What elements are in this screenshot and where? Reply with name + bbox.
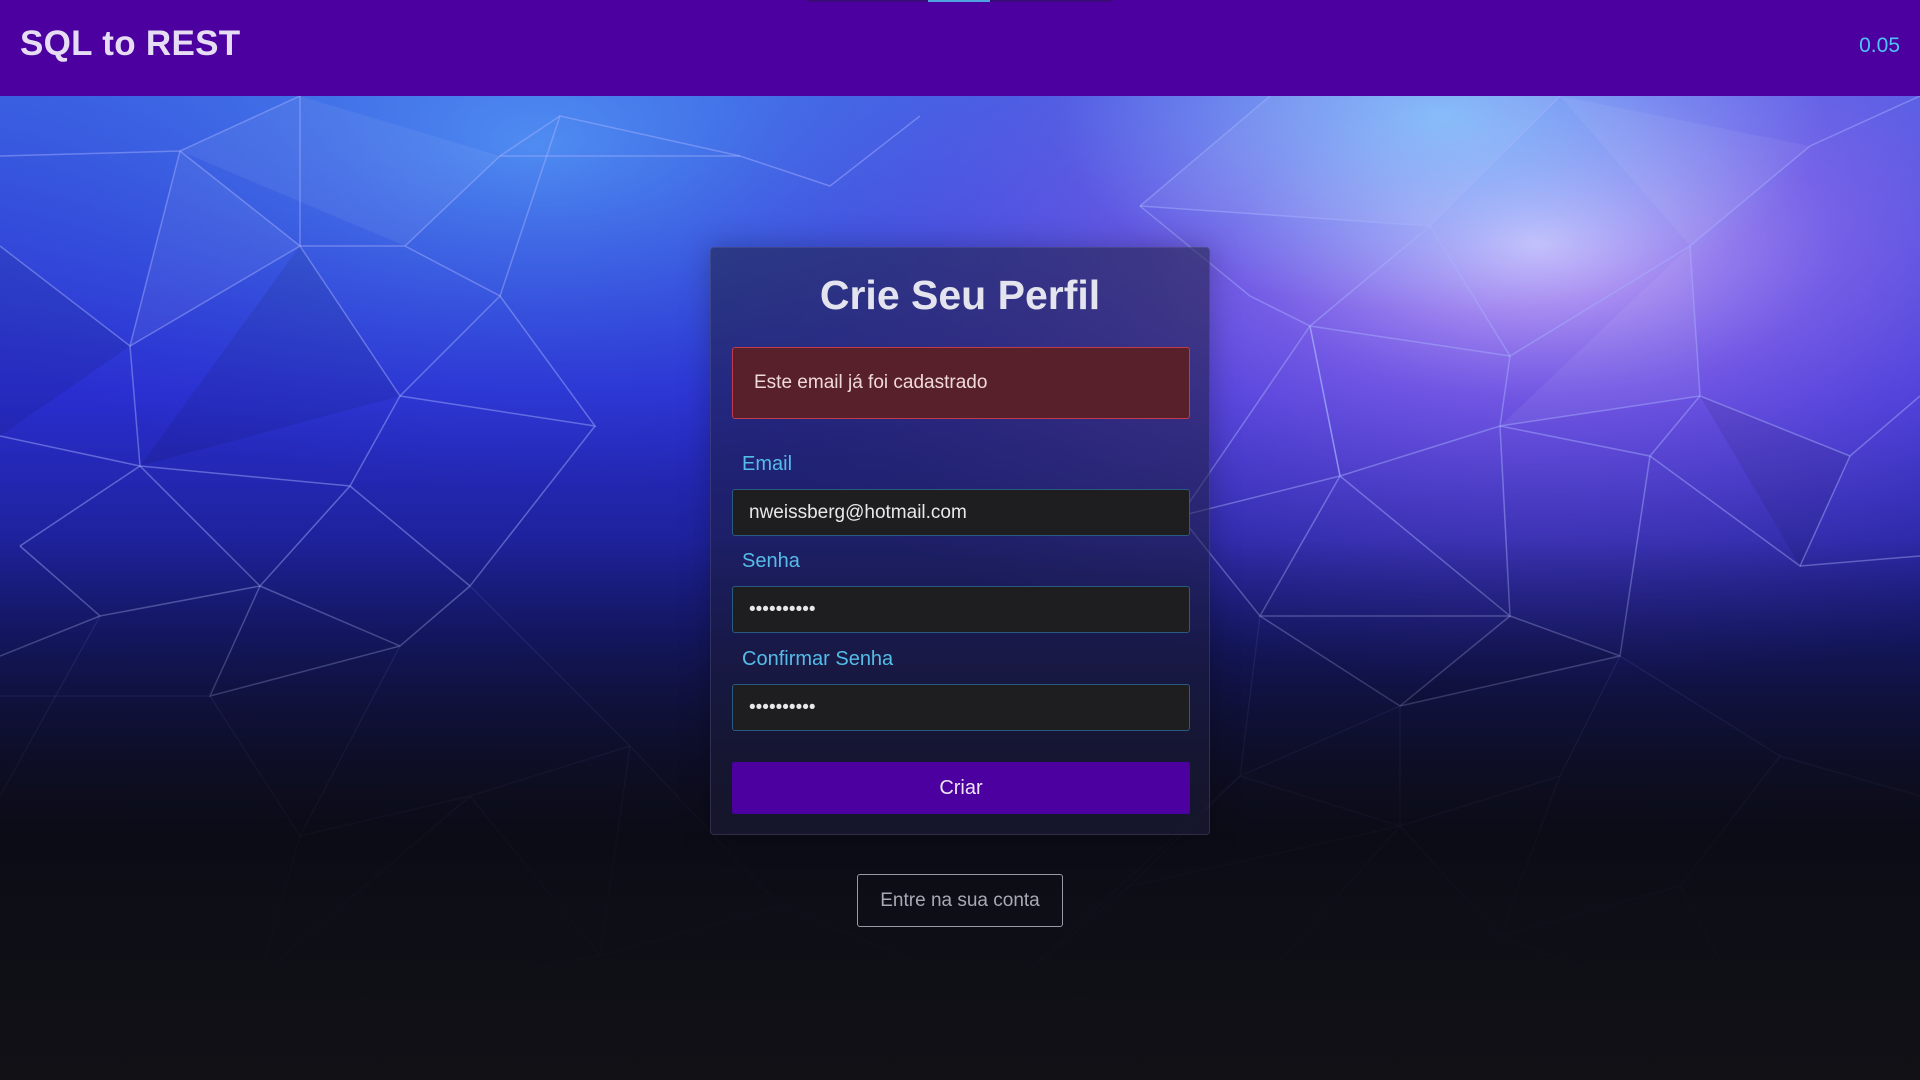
email-field[interactable] xyxy=(732,489,1190,536)
app-brand[interactable]: SQL to REST xyxy=(20,24,240,64)
error-alert: Este email já foi cadastrado xyxy=(732,347,1190,419)
top-navbar: SQL to REST 0.05 xyxy=(0,0,1920,96)
confirm-password-field[interactable] xyxy=(732,684,1190,731)
create-button[interactable]: Criar xyxy=(732,762,1190,814)
signup-title: Crie Seu Perfil xyxy=(819,272,1101,318)
password-label: Senha xyxy=(742,550,800,572)
password-field[interactable] xyxy=(732,586,1190,633)
app-version: 0.05 xyxy=(1859,34,1900,57)
signup-card: Crie Seu Perfil Este email já foi cadast… xyxy=(710,247,1210,835)
nav-indicator-active xyxy=(928,0,990,2)
confirm-password-label: Confirmar Senha xyxy=(742,648,894,670)
email-label: Email xyxy=(742,453,793,475)
app-root: SQL to REST 0.05 Crie Seu Perfil Este em… xyxy=(0,0,1920,1080)
error-message: Este email já foi cadastrado xyxy=(754,372,988,393)
login-link-button[interactable]: Entre na sua conta xyxy=(857,874,1063,927)
